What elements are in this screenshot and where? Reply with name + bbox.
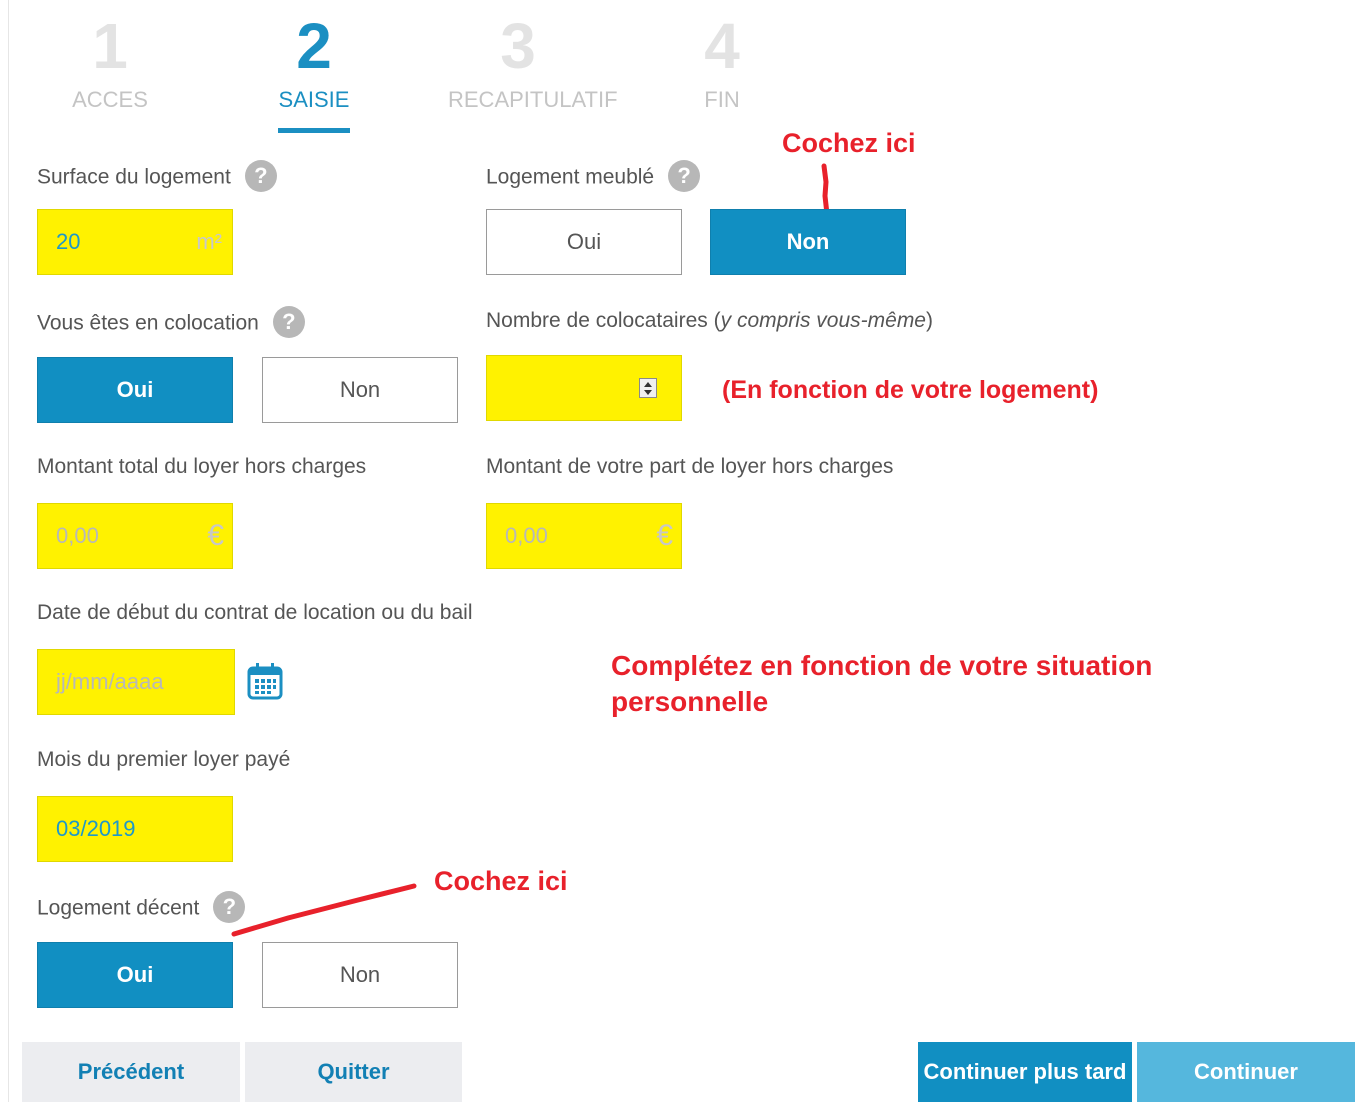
step-label: FIN [704,87,740,112]
step-number: 3 [500,10,536,82]
euro-icon: € [656,519,673,552]
step-3: 3 RECAPITULATIF [448,10,618,112]
step-1: 1 ACCES [40,14,180,112]
step-number: 1 [92,10,128,82]
annotation-cochez-ici-top: Cochez ici [782,128,916,158]
date-debut-label: Date de début du contrat de location ou … [37,601,473,624]
nb-colocataires-input[interactable] [486,355,682,421]
step-label: RECAPITULATIF [448,87,618,112]
left-border [8,0,9,1102]
loyer-part-label: Montant de votre part de loyer hors char… [486,455,894,478]
step-4: 4 FIN [652,14,792,112]
euro-icon: € [207,519,224,552]
active-step-indicator [278,128,350,133]
meuble-label: Logement meublé? [486,160,701,194]
continuer-plus-tard-button[interactable]: Continuer plus tard [918,1042,1132,1102]
step-label: ACCES [72,87,148,112]
annotation-completez: Complétez en fonction de votre situation… [611,650,1153,717]
annotation-cochez-ici-bottom: Cochez ici [434,866,568,896]
decent-oui-button[interactable]: Oui [37,942,233,1008]
surface-label: Surface du logement? [37,160,277,194]
precedent-button[interactable]: Précédent [22,1042,240,1102]
colocation-label: Vous êtes en colocation? [37,306,305,340]
continuer-button[interactable]: Continuer [1137,1042,1355,1102]
colocation-oui-button[interactable]: Oui [37,357,233,423]
surface-input[interactable]: 20 m² [37,209,233,275]
number-stepper-icon[interactable] [639,378,657,398]
annotation-arrow-bottom [231,883,417,937]
calendar-icon[interactable] [246,661,284,701]
decent-non-button[interactable]: Non [262,942,458,1008]
loyer-total-input[interactable]: 0,00 € [37,503,233,569]
date-debut-input[interactable]: jj/mm/aaaa [37,649,235,715]
loyer-total-label: Montant total du loyer hors charges [37,455,367,478]
decent-label: Logement décent? [37,891,246,925]
square-meter-unit: m² [196,229,222,254]
step-number: 2 [296,10,332,82]
help-icon[interactable]: ? [668,160,701,192]
step-number: 4 [704,10,740,82]
quitter-button[interactable]: Quitter [245,1042,462,1102]
premier-loyer-label: Mois du premier loyer payé [37,748,291,771]
nb-colocataires-label: Nombre de colocataires (y compris vous-m… [486,309,933,332]
premier-loyer-input[interactable]: 03/2019 [37,796,233,862]
meuble-oui-button[interactable]: Oui [486,209,682,275]
help-icon[interactable]: ? [244,160,277,192]
help-icon[interactable]: ? [272,306,305,338]
annotation-en-fonction: (En fonction de votre logement) [722,376,1099,404]
step-label: SAISIE [278,87,350,112]
colocation-non-button[interactable]: Non [262,357,458,423]
step-2-active: 2 SAISIE [244,14,384,112]
meuble-non-button[interactable]: Non [710,209,906,275]
loyer-part-input[interactable]: 0,00 € [486,503,682,569]
